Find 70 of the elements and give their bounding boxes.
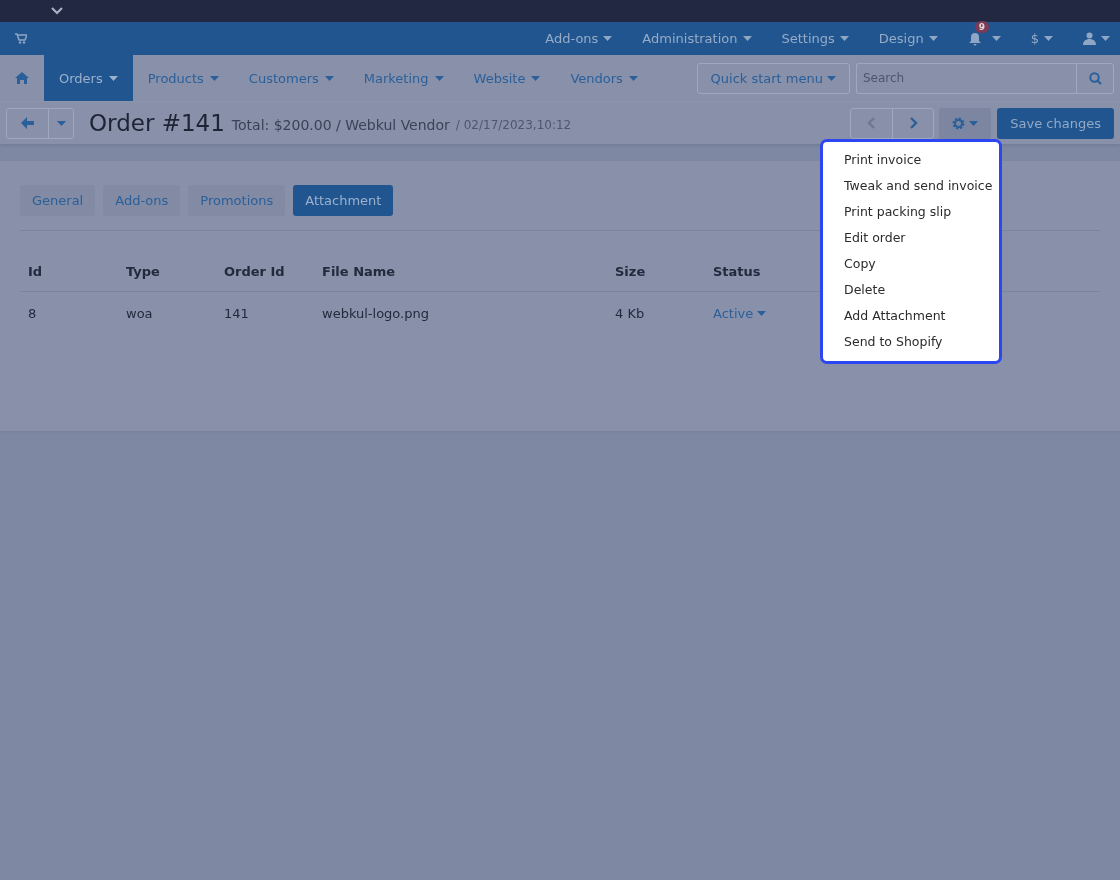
currency-menu[interactable]: $ [1030,31,1053,46]
chevron-right-icon [908,117,918,129]
nav-tab[interactable]: Website [458,55,556,101]
status-dropdown[interactable]: Active [713,306,767,321]
user-icon [1083,32,1096,45]
nav-tab[interactable]: Marketing [348,55,459,101]
nav-tab[interactable]: Customers [233,55,349,101]
nav-tab[interactable]: Orders [44,55,133,101]
caret-icon [742,36,752,41]
caret-icon [991,36,1001,41]
menu-link[interactable]: Add-ons [545,31,613,46]
column-header: Order Id [216,251,314,292]
caret-icon [209,75,219,81]
menu-item[interactable]: Print packing slip [823,199,999,225]
caret-icon [324,75,334,81]
bell-icon [967,31,982,46]
menu-item[interactable]: Delete [823,277,999,303]
caret-icon [969,120,979,126]
caret-icon [928,36,938,41]
menu-item[interactable]: Send to Shopify [823,329,999,355]
column-header: Status [705,251,813,292]
tab[interactable]: General [20,185,96,216]
table-cell: 141 [216,291,314,335]
column-header: File Name [314,251,607,292]
table-cell: webkul-logo.png [314,291,607,335]
menu-item[interactable]: Print invoice [823,147,999,173]
caret-icon [434,75,444,81]
menu-item[interactable]: Add Attachment [823,303,999,329]
caret-icon [827,75,836,81]
table-cell: 4 Kb [607,291,705,335]
order-title: Order #141 [89,110,225,136]
save-changes-button[interactable]: Save changes [997,107,1114,139]
caret-icon [1101,36,1110,41]
search-icon [1088,71,1102,85]
chevron-left-icon [867,117,877,129]
menu-item[interactable]: Edit order [823,225,999,251]
caret-icon [839,36,849,41]
search-field[interactable]: Search [856,62,1076,94]
search-button[interactable] [1076,62,1114,94]
column-header: Size [607,251,705,292]
nav-tab[interactable]: Vendors [555,55,653,101]
tab[interactable]: Attachment [293,185,394,216]
table-cell: woa [118,291,216,335]
menu-item[interactable]: Copy [823,251,999,277]
settings-icon [952,116,966,130]
menu-link[interactable]: Administration [642,31,752,46]
menu-link[interactable]: Settings [781,31,849,46]
column-header: Id [20,251,118,292]
menu-item[interactable]: Tweak and send invoice [823,173,999,199]
caret-icon [628,75,638,81]
cart-icon [15,33,27,44]
nav-tab[interactable]: Products [132,55,234,101]
chevron-down-icon [51,7,63,15]
table-cell: 8 [20,291,118,335]
menu-link[interactable]: Design [878,31,938,46]
caret-icon [108,75,118,81]
settings-button[interactable] [939,107,992,139]
home-icon [15,72,29,84]
caret-icon [531,75,541,81]
tab[interactable]: Promotions [188,185,286,216]
caret-icon [56,120,66,126]
quick-start-menu-button[interactable]: Quick start menu [696,62,850,94]
caret-icon [1044,36,1053,41]
caret-icon [757,311,767,316]
tab[interactable]: Add-ons [103,185,181,216]
order-summary: Total: $200.00 / Webkul Vendor [231,116,450,133]
order-date: / 02/17/2023,10:12 [455,118,572,132]
arrow-left-icon [21,117,34,129]
caret-icon [603,36,613,41]
column-header: Type [118,251,216,292]
